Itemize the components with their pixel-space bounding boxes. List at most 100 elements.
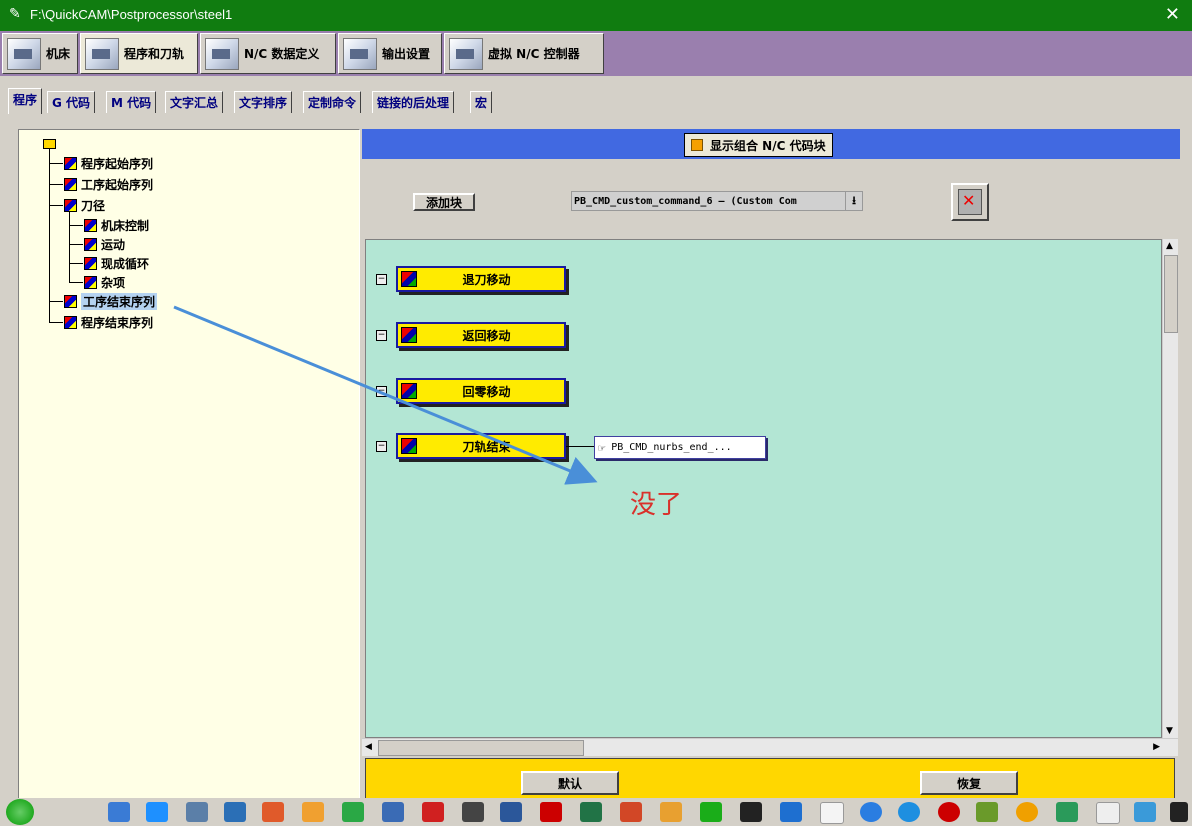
show-combined-nc-toggle[interactable]: 显示组合 N/C 代码块 bbox=[684, 133, 833, 157]
excel-icon[interactable] bbox=[580, 802, 602, 822]
add-block-button[interactable]: 添加块 bbox=[413, 193, 475, 211]
close-icon[interactable]: ✕ bbox=[1165, 4, 1180, 25]
tab-nc-data[interactable]: N/C 数据定义 bbox=[200, 33, 336, 74]
app-icon[interactable] bbox=[976, 802, 998, 822]
app-icon[interactable] bbox=[186, 802, 208, 822]
sequence-icon bbox=[64, 156, 77, 170]
tab-program-toolpath[interactable]: 程序和刀轨 bbox=[80, 33, 198, 74]
main-tab-strip: 机床 程序和刀轨 N/C 数据定义 输出设置 虚拟 N/C 控制器 bbox=[0, 31, 1192, 76]
tree-item-misc[interactable]: 杂项 bbox=[84, 273, 125, 291]
app-icon[interactable] bbox=[860, 802, 882, 822]
app-icon[interactable] bbox=[342, 802, 364, 822]
sequence-canvas[interactable]: − 退刀移动 − 返回移动 − 回零移动 − 刀轨结束 ☞ PB_CMD_nur… bbox=[365, 239, 1162, 738]
subtab-word-sequence[interactable]: 文字排序 bbox=[234, 91, 293, 113]
sequence-icon bbox=[84, 237, 97, 251]
tab-machine[interactable]: 机床 bbox=[2, 33, 78, 74]
subtab-word-summary[interactable]: 文字汇总 bbox=[165, 91, 224, 113]
scroll-thumb[interactable] bbox=[1164, 255, 1178, 333]
restore-button[interactable]: 恢复 bbox=[920, 771, 1018, 795]
collapse-icon[interactable]: − bbox=[376, 441, 387, 452]
sequence-header-bar: 显示组合 N/C 代码块 bbox=[362, 129, 1180, 159]
collapse-icon[interactable]: − bbox=[376, 386, 387, 397]
arrow-down-icon: ⭳ bbox=[845, 192, 862, 210]
trash-icon bbox=[958, 189, 982, 215]
subtab-m-code[interactable]: M 代码 bbox=[106, 91, 157, 113]
app-icon[interactable] bbox=[108, 802, 130, 822]
block-bar[interactable]: 退刀移动 bbox=[396, 266, 566, 292]
app-icon[interactable] bbox=[1170, 802, 1188, 822]
collapse-icon[interactable]: − bbox=[376, 274, 387, 285]
pdf-icon[interactable] bbox=[540, 802, 562, 822]
collapse-icon[interactable]: − bbox=[376, 330, 387, 341]
powerpoint-icon[interactable] bbox=[620, 802, 642, 822]
horizontal-scrollbar[interactable]: ◀ ▶ bbox=[362, 738, 1178, 756]
app-icon[interactable] bbox=[1056, 802, 1078, 822]
block-bar[interactable]: 回零移动 bbox=[396, 378, 566, 404]
tab-label: 机床 bbox=[46, 47, 71, 61]
app-icon[interactable] bbox=[262, 802, 284, 822]
scroll-left-icon[interactable]: ◀ bbox=[365, 742, 372, 752]
vertical-scrollbar[interactable]: ▲ ▼ bbox=[1162, 239, 1178, 738]
tree-item-toolpath[interactable]: 刀径 bbox=[64, 196, 105, 214]
app-icon[interactable] bbox=[780, 802, 802, 822]
app-icon[interactable] bbox=[1016, 802, 1038, 822]
app-icon[interactable] bbox=[1134, 802, 1156, 822]
tree-item-program-start[interactable]: 程序起始序列 bbox=[64, 154, 153, 172]
event-icon bbox=[401, 438, 417, 454]
scroll-thumb[interactable] bbox=[378, 740, 584, 756]
app-icon[interactable] bbox=[382, 802, 404, 822]
default-button[interactable]: 默认 bbox=[521, 771, 619, 795]
app-icon[interactable] bbox=[224, 802, 246, 822]
tree-item-operation-end[interactable]: 工序结束序列 bbox=[64, 292, 158, 310]
sequence-tree: 程序起始序列 工序起始序列 刀径 机床控制 运动 现成循环 杂项 工序结束序列 … bbox=[18, 129, 360, 809]
block-bar[interactable]: 刀轨结束 bbox=[396, 433, 566, 459]
custom-command-node[interactable]: ☞ PB_CMD_nurbs_end_... bbox=[594, 436, 766, 459]
scroll-up-icon[interactable]: ▲ bbox=[1166, 241, 1173, 251]
tree-item-machine-control[interactable]: 机床控制 bbox=[84, 216, 149, 234]
sequence-icon bbox=[64, 177, 77, 191]
record-icon[interactable] bbox=[938, 802, 960, 822]
block-bar[interactable]: 返回移动 bbox=[396, 322, 566, 348]
trash-button[interactable] bbox=[951, 183, 989, 221]
app-icon[interactable] bbox=[462, 802, 484, 822]
event-icon bbox=[401, 383, 417, 399]
command-select[interactable]: PB_CMD_custom_command_6 — (Custom Com ⭳ bbox=[571, 191, 863, 211]
file-icon[interactable] bbox=[820, 802, 844, 824]
tab-label: N/C 数据定义 bbox=[244, 47, 320, 61]
tab-label: 输出设置 bbox=[382, 47, 431, 61]
scroll-down-icon[interactable]: ▼ bbox=[1166, 726, 1173, 736]
app-icon[interactable] bbox=[146, 802, 168, 822]
sub-tab-strip: 程序 G 代码 M 代码 文字汇总 文字排序 定制命令 链接的后处理 宏 bbox=[0, 76, 1192, 116]
word-icon[interactable] bbox=[500, 802, 522, 822]
browser-icon[interactable] bbox=[898, 802, 920, 822]
annotation-text: 没了 bbox=[630, 490, 683, 520]
tab-virtual-nc[interactable]: 虚拟 N/C 控制器 bbox=[444, 33, 604, 74]
event-icon bbox=[401, 271, 417, 287]
app-icon[interactable] bbox=[422, 802, 444, 822]
sequence-icon bbox=[64, 294, 77, 308]
pen-icon: ✎ bbox=[9, 6, 21, 22]
checkbox-icon bbox=[691, 139, 703, 151]
subtab-custom-command[interactable]: 定制命令 bbox=[303, 91, 362, 113]
scroll-right-icon[interactable]: ▶ bbox=[1153, 742, 1160, 752]
qq-icon[interactable] bbox=[740, 802, 762, 822]
subtab-g-code[interactable]: G 代码 bbox=[47, 91, 96, 113]
app-icon[interactable] bbox=[1096, 802, 1120, 824]
app-icon[interactable] bbox=[302, 802, 324, 822]
tree-item-canned-cycle[interactable]: 现成循环 bbox=[84, 254, 149, 272]
start-icon[interactable] bbox=[6, 799, 34, 825]
sequence-icon bbox=[64, 315, 77, 329]
taskbar bbox=[0, 798, 1192, 826]
app-icon[interactable] bbox=[660, 802, 682, 822]
wechat-icon[interactable] bbox=[700, 802, 722, 822]
subtab-program[interactable]: 程序 bbox=[8, 88, 43, 114]
tree-item-operation-start[interactable]: 工序起始序列 bbox=[64, 175, 153, 193]
subtab-linked-post[interactable]: 链接的后处理 bbox=[372, 91, 455, 113]
tree-item-motion[interactable]: 运动 bbox=[84, 235, 125, 253]
subtab-macro[interactable]: 宏 bbox=[470, 91, 493, 113]
folder-icon bbox=[43, 139, 56, 149]
window-title: F:\QuickCAM\Postprocessor\steel1 bbox=[30, 7, 233, 22]
tab-label: 虚拟 N/C 控制器 bbox=[488, 47, 580, 61]
tab-output-settings[interactable]: 输出设置 bbox=[338, 33, 442, 74]
tree-item-program-end[interactable]: 程序结束序列 bbox=[64, 313, 153, 331]
